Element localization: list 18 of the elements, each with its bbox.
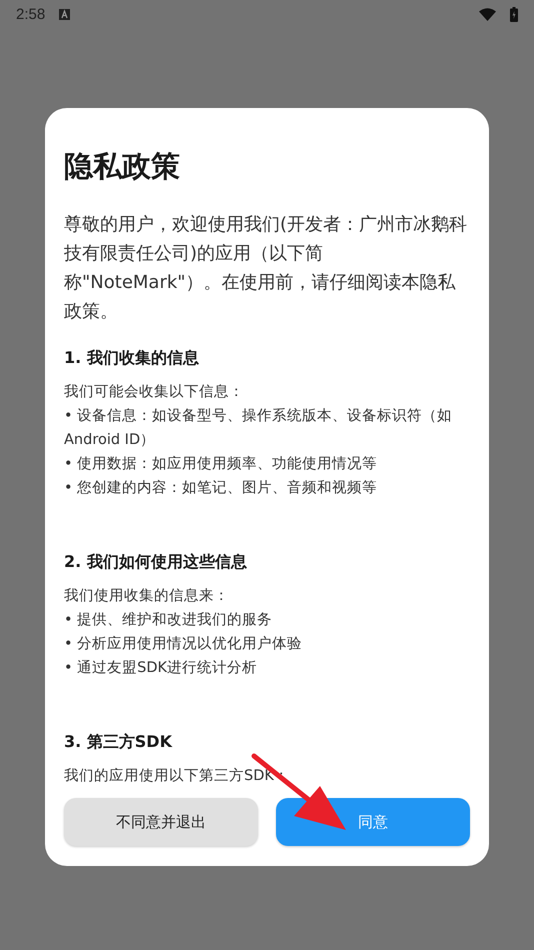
section-heading: 2. 我们如何使用这些信息: [64, 551, 248, 573]
intro-paragraph: 尊敬的用户，欢迎使用我们(开发者：广州市冰鹅科技有限责任公司)的应用（以下简称"NoteMark"）。在使用前，请仔细阅读本隐私政策。: [64, 213, 468, 324]
wifi-icon: [479, 8, 496, 20]
decline-button[interactable]: 不同意并退出: [64, 798, 258, 846]
battery-icon: [510, 6, 518, 22]
policy-line: • 提供、维护和改进我们的服务: [64, 610, 274, 630]
status-time: 2:58: [16, 6, 46, 22]
policy-line: • 设备信息：如设备型号、操作系统版本、设备标识符（如Android ID）: [64, 407, 454, 450]
section-heading: 1. 我们收集的信息: [64, 347, 200, 369]
keyboard-icon: [59, 8, 70, 20]
dialog-title: 隐私政策: [64, 148, 181, 185]
policy-line: 我们可能会收集以下信息：: [64, 383, 245, 402]
policy-line: • 通过友盟SDK进行统计分析: [64, 659, 258, 678]
policy-line: • 您创建的内容：如笔记、图片、音频和视频等: [64, 478, 378, 498]
section-heading: 3. 第三方SDK: [64, 731, 174, 753]
policy-line: 我们使用收集的信息来：: [64, 587, 230, 606]
policy-line: • 分析应用使用情况以优化用户体验: [64, 634, 304, 654]
policy-line: • 使用数据：如应用使用频率、功能使用情况等: [64, 454, 378, 474]
